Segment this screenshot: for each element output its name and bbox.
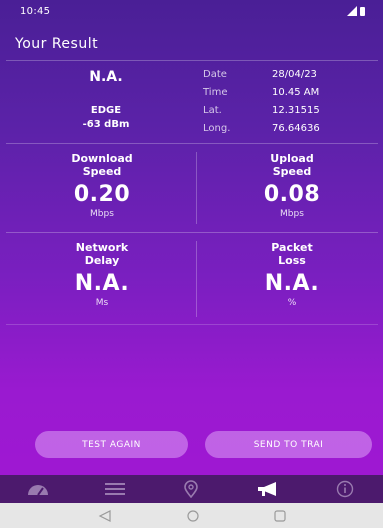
speed-panel: Download Speed 0.20 Mbps Upload Speed 0.… [6, 143, 378, 232]
download-unit: Mbps [90, 209, 114, 219]
download-value: 0.20 [73, 182, 131, 207]
panel-divider [196, 152, 197, 224]
panel-bottom-divider [6, 324, 378, 325]
loss-label-1: Packet [271, 241, 313, 254]
delay-value: N.A. [74, 271, 130, 296]
bottom-nav [0, 475, 383, 503]
send-to-trai-button[interactable]: SEND TO TRAI [205, 431, 372, 458]
system-nav-bar [0, 503, 383, 528]
long-label: Long. [203, 123, 231, 134]
nav-info[interactable] [306, 475, 383, 503]
lat-label: Lat. [203, 105, 222, 116]
page-title: Your Result [15, 36, 99, 52]
delay-unit: Ms [95, 298, 109, 308]
megaphone-icon [258, 482, 277, 496]
upload-unit: Mbps [280, 209, 304, 219]
home-icon[interactable] [186, 509, 199, 522]
delay-metric: Network Delay N.A. Ms [12, 241, 192, 308]
list-icon [104, 483, 125, 495]
nav-speed-test[interactable] [0, 475, 77, 503]
status-bar: 10:45 [0, 0, 383, 24]
long-value: 76.64636 [272, 123, 320, 134]
loss-unit: % [287, 298, 297, 308]
date-value: 28/04/23 [272, 69, 317, 80]
test-again-button[interactable]: TEST AGAIN [35, 431, 188, 458]
lat-value: 12.31515 [272, 105, 320, 116]
status-icons [347, 6, 365, 16]
upload-label-2: Speed [272, 165, 312, 178]
status-time: 10:45 [20, 6, 51, 17]
time-label: Time [203, 87, 228, 98]
delay-label-1: Network [75, 241, 129, 254]
app-screen: 10:45 Your Result N.A. EDGE -63 dBm Date… [0, 0, 383, 503]
loss-value: N.A. [264, 271, 320, 296]
recents-icon[interactable] [273, 509, 286, 522]
loss-label-2: Loss [278, 254, 306, 267]
speedometer-icon [28, 485, 49, 496]
network-label: EDGE [90, 105, 122, 116]
download-metric: Download Speed 0.20 Mbps [12, 152, 192, 219]
battery-icon [360, 6, 365, 16]
upload-label-1: Upload [270, 152, 314, 165]
header: Your Result [0, 24, 383, 60]
download-label-1: Download [71, 152, 133, 165]
panel-divider [196, 241, 197, 317]
time-value: 10.45 AM [272, 87, 320, 98]
info-panel: N.A. EDGE -63 dBm Date 28/04/23 Time 10.… [6, 60, 378, 143]
nav-map[interactable] [153, 475, 230, 503]
network-panel: Network Delay N.A. Ms Packet Loss N.A. % [6, 232, 378, 325]
signal-strength: -63 dBm [82, 119, 130, 130]
info-icon [336, 480, 353, 498]
date-label: Date [203, 69, 227, 80]
delay-label-2: Delay [84, 254, 120, 267]
loss-metric: Packet Loss N.A. % [202, 241, 382, 308]
nav-report[interactable] [230, 475, 307, 503]
network-type-value: N.A. [89, 69, 123, 85]
upload-metric: Upload Speed 0.08 Mbps [202, 152, 382, 219]
back-icon[interactable] [98, 509, 112, 522]
download-label-2: Speed [82, 165, 122, 178]
nav-history[interactable] [77, 475, 154, 503]
signal-icon [347, 6, 357, 16]
location-pin-icon [184, 480, 199, 498]
upload-value: 0.08 [263, 182, 321, 207]
